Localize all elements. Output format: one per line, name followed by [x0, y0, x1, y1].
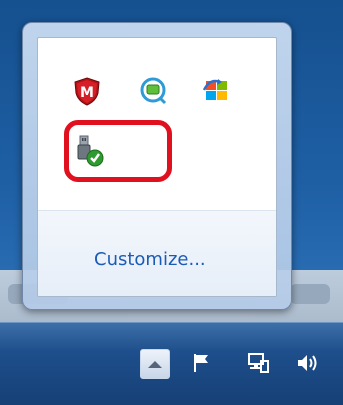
chevron-up-icon — [148, 360, 162, 368]
notification-area-overflow-popup: M Customize... — [22, 22, 292, 310]
network-icon[interactable] — [244, 349, 272, 377]
volume-icon[interactable] — [294, 349, 322, 377]
customize-footer: Customize... — [38, 211, 276, 296]
popup-content: M Customize... — [37, 37, 277, 297]
mcafee-shield-icon[interactable]: M — [72, 76, 102, 106]
blurred-desktop-item — [290, 284, 330, 304]
sync-center-icon[interactable] — [138, 76, 168, 106]
taskbar — [0, 322, 343, 405]
hidden-icons-area: M — [38, 38, 276, 210]
safely-remove-hardware-icon[interactable] — [74, 134, 104, 167]
windows-update-icon[interactable] — [202, 76, 232, 106]
show-hidden-icons-button[interactable] — [140, 349, 170, 379]
svg-text:M: M — [80, 85, 94, 101]
customize-link[interactable]: Customize... — [94, 249, 206, 270]
action-center-flag-icon[interactable] — [188, 349, 216, 377]
